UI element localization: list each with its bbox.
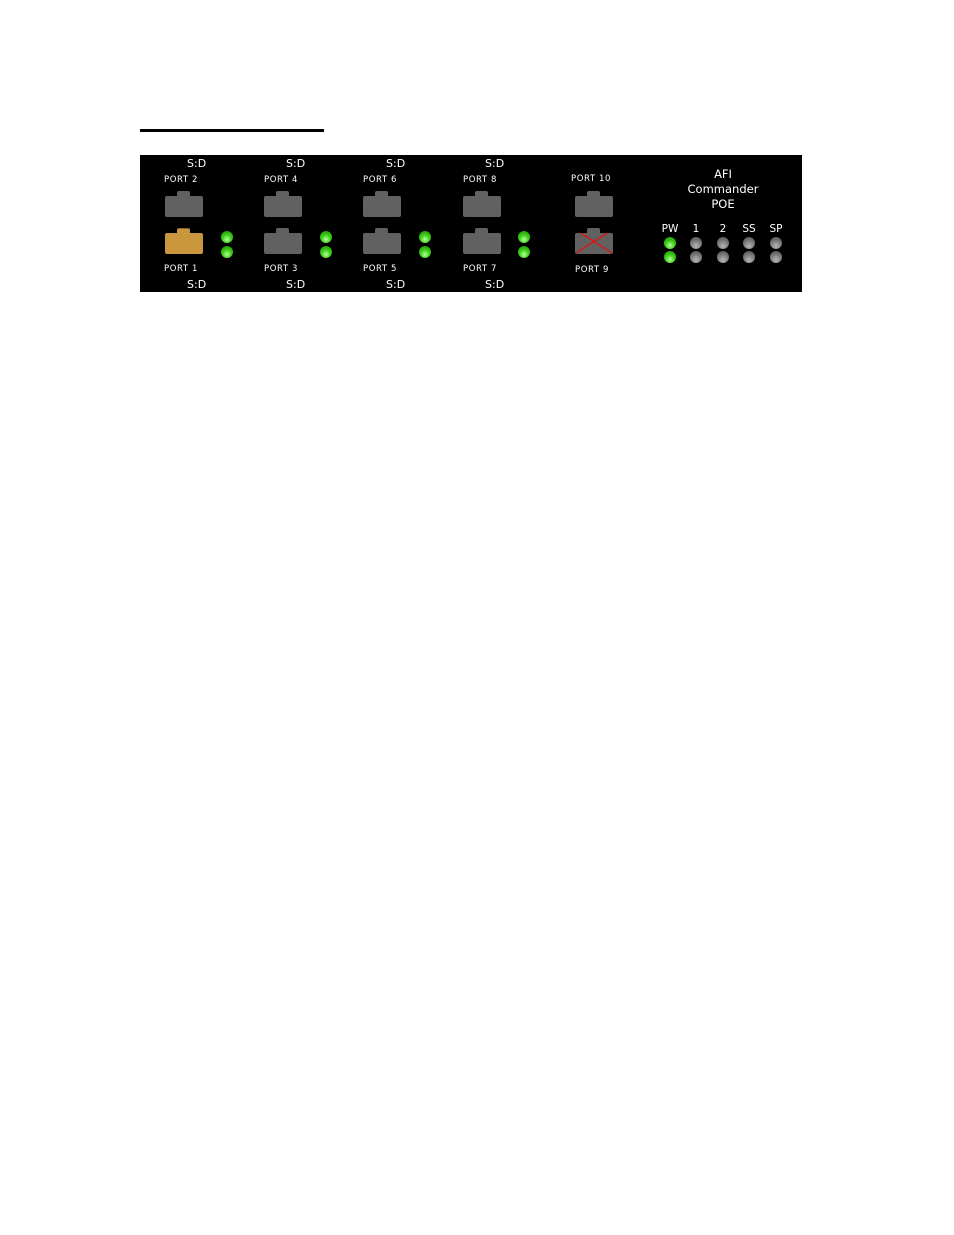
port-4-sd-label: S:D — [286, 157, 306, 170]
port-3-label: PORT 3 — [264, 264, 299, 274]
port-6[interactable] — [363, 191, 401, 217]
section-underline — [140, 129, 324, 132]
port-3-sd-label: S:D — [286, 278, 306, 291]
port-10-label: PORT 10 — [571, 174, 612, 184]
port-8-label: PORT 8 — [463, 175, 498, 185]
port-1[interactable] — [165, 228, 203, 254]
port-4-label: PORT 4 — [264, 175, 299, 185]
status-led-1-top — [690, 237, 702, 249]
status-led-1-bottom — [690, 251, 702, 263]
status-led-pw-bottom — [664, 251, 676, 263]
device-title-line-2: Commander — [687, 182, 759, 196]
port-6-sd-label: S:D — [386, 157, 406, 170]
port-7-led-activity — [518, 246, 530, 258]
port-5-led-activity — [419, 246, 431, 258]
status-led-sp-top — [770, 237, 782, 249]
port-5-label: PORT 5 — [363, 264, 398, 274]
port-2-label: PORT 2 — [164, 175, 199, 185]
port-9[interactable] — [575, 228, 613, 254]
port-5[interactable] — [363, 228, 401, 254]
port-1-led-link — [221, 231, 233, 243]
port-10[interactable] — [575, 191, 613, 217]
port-3-led-activity — [320, 246, 332, 258]
port-8-sd-label: S:D — [485, 157, 505, 170]
status-led-pw-top — [664, 237, 676, 249]
device-title: AFI Commander POE — [683, 167, 763, 212]
port-2[interactable] — [165, 191, 203, 217]
status-led-label-sp: SP — [769, 223, 783, 235]
port-1-sd-label: S:D — [187, 278, 207, 291]
switch-front-panel: S:D S:D S:D S:D PORT 2 PORT 4 PORT 6 POR… — [140, 155, 802, 292]
port-7-label: PORT 7 — [463, 264, 498, 274]
device-title-line-3: POE — [711, 197, 735, 211]
port-5-led-link — [419, 231, 431, 243]
disabled-x-icon — [575, 233, 613, 254]
status-led-ss-top — [743, 237, 755, 249]
port-1-led-activity — [221, 246, 233, 258]
status-led-label-ss: SS — [742, 223, 756, 235]
port-7-led-link — [518, 231, 530, 243]
status-led-2-top — [717, 237, 729, 249]
port-3-led-link — [320, 231, 332, 243]
status-led-2-bottom — [717, 251, 729, 263]
port-1-label: PORT 1 — [164, 264, 199, 274]
status-led-sp-bottom — [770, 251, 782, 263]
port-7[interactable] — [463, 228, 501, 254]
status-led-label-1: 1 — [692, 223, 700, 235]
port-8[interactable] — [463, 191, 501, 217]
port-2-sd-label: S:D — [187, 157, 207, 170]
port-4[interactable] — [264, 191, 302, 217]
device-title-line-1: AFI — [714, 167, 732, 181]
port-7-sd-label: S:D — [485, 278, 505, 291]
port-5-sd-label: S:D — [386, 278, 406, 291]
status-led-ss-bottom — [743, 251, 755, 263]
port-9-label: PORT 9 — [575, 265, 610, 275]
port-6-label: PORT 6 — [363, 175, 398, 185]
port-3[interactable] — [264, 228, 302, 254]
